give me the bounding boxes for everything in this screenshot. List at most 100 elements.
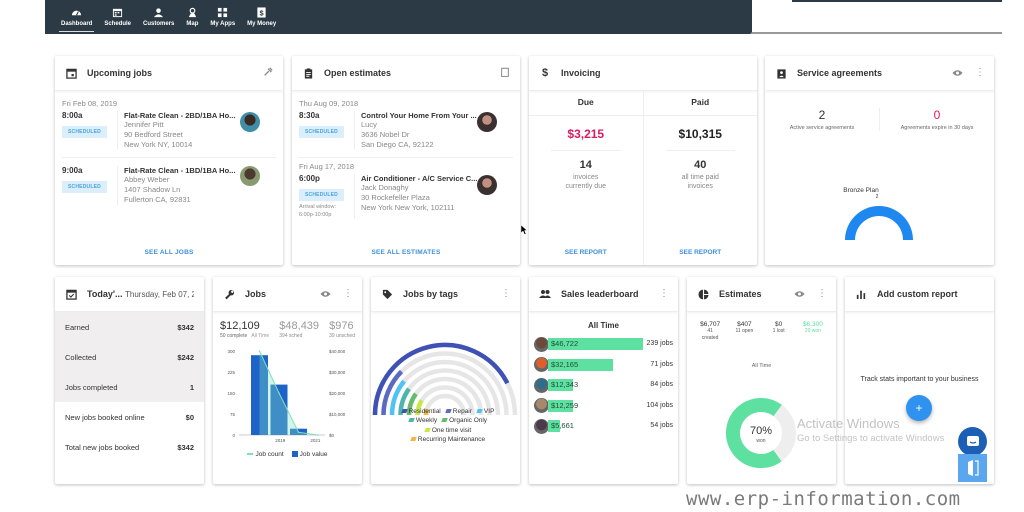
see-all-estimates-link[interactable]: SEE ALL ESTIMATES xyxy=(292,249,520,256)
legend-swatch xyxy=(424,427,431,432)
y-right-tick: $40,000 xyxy=(329,349,346,354)
leaderboard-row[interactable]: $12,259 104 jobs xyxy=(529,396,678,417)
due-see-report-link[interactable]: SEE REPORT xyxy=(529,249,643,256)
door-icon xyxy=(967,460,979,476)
chat-button[interactable] xyxy=(958,427,987,456)
stat-label: Total new jobs booked xyxy=(65,442,140,452)
legend-item-job-value[interactable]: Job value xyxy=(291,451,328,458)
legend-item[interactable]: VIP xyxy=(472,408,494,415)
today-stat-row: Jobs completed 1 xyxy=(55,372,204,402)
job-street: 1407 Shadow Ln xyxy=(124,185,181,194)
status-badge: SCHEDULED xyxy=(299,126,344,138)
more-menu-icon[interactable]: ⋮ xyxy=(659,289,669,299)
stat-value: $342 xyxy=(177,442,194,452)
estimate-stat: $6,707 41 created xyxy=(700,321,721,341)
clipboard-outline-icon[interactable] xyxy=(500,64,510,82)
card-title: Sales leaderboard xyxy=(561,289,639,299)
avatar xyxy=(534,418,549,434)
job-time: 9:00a xyxy=(62,166,83,176)
card-title: Add custom report xyxy=(877,289,958,299)
see-all-jobs-link[interactable]: SEE ALL JOBS xyxy=(55,249,283,256)
dollar-icon: $ xyxy=(257,7,266,18)
legend-item[interactable]: One time visit xyxy=(420,427,471,434)
sales-amount: $46,722 xyxy=(551,339,579,349)
more-menu-icon[interactable]: ⋮ xyxy=(975,68,985,78)
jobs-chart: 0 75 150 225 300 $0 $10,000 $20,000 $30,000 $40,0… xyxy=(227,349,346,443)
nav-map[interactable]: Map xyxy=(180,0,204,34)
leaderboard-row[interactable]: $5,661 54 jobs xyxy=(529,416,678,437)
avatar xyxy=(534,398,549,414)
paid-see-report-link[interactable]: SEE REPORT xyxy=(644,249,758,256)
y-right-tick: $20,000 xyxy=(329,391,346,396)
legend-item[interactable]: Residential xyxy=(397,408,441,415)
leaderboard-row[interactable]: $32,165 71 jobs xyxy=(529,355,678,376)
people-icon xyxy=(539,288,551,300)
paid-desc: all time paid invoices xyxy=(681,174,719,191)
legend-swatch xyxy=(441,418,448,423)
job-count-point xyxy=(278,392,280,394)
more-menu-icon[interactable]: ⋮ xyxy=(817,289,827,299)
eye-icon[interactable] xyxy=(320,285,331,303)
calendar-icon xyxy=(65,67,77,79)
nav-label: Schedule xyxy=(104,21,132,27)
jobs-date: Fri Feb 08, 2019 xyxy=(62,99,118,108)
estimate-item[interactable]: 8:30a SCHEDULED Control Your Home From Y… xyxy=(292,108,520,150)
badge-clipboard-icon xyxy=(775,67,787,79)
x-tick: 2019 xyxy=(275,438,286,443)
estimate-date: Thu Aug 09, 2018 xyxy=(299,99,359,108)
legend-item[interactable]: Repair xyxy=(441,408,472,415)
nav-customers[interactable]: Customers xyxy=(137,0,180,34)
jobs-count: 84 jobs xyxy=(650,381,673,389)
jobs-sched-stat: $48,439 394 sched xyxy=(279,320,320,339)
invoices-due-column: Due $3,215 14 invoices currently due SEE … xyxy=(529,91,644,265)
divider xyxy=(299,157,513,159)
eye-icon[interactable] xyxy=(952,64,963,82)
legend-item[interactable]: Weekly xyxy=(404,417,437,424)
jobs-count: 71 jobs xyxy=(650,360,673,368)
status-badge: SCHEDULED xyxy=(62,126,107,138)
top-nav-bar: Dashboard Schedule Customers Map My Apps… xyxy=(45,0,750,34)
avatar xyxy=(477,112,497,132)
leaderboard-row[interactable]: $12,343 84 jobs xyxy=(529,375,678,396)
card-title: Service agreements xyxy=(797,68,883,78)
card-title: Jobs xyxy=(245,289,267,299)
jobs-unsched-stat: $976 39 unsched xyxy=(329,320,355,339)
plan-count-label: 2 xyxy=(876,194,879,200)
more-menu-icon[interactable]: ⋮ xyxy=(501,289,511,299)
nav-my-apps[interactable]: My Apps xyxy=(204,0,241,34)
leaderboard-row[interactable]: $46,722 239 jobs xyxy=(529,334,678,355)
legend-swatch xyxy=(408,418,415,423)
job-item[interactable]: 9:00a SCHEDULED Flat-Rate Clean - 1BD/1B… xyxy=(55,166,283,205)
legend-item[interactable]: Organic Only xyxy=(437,417,487,424)
estimate-time: 8:30a xyxy=(299,111,320,120)
card-title: Invoicing xyxy=(561,68,601,78)
y-left-tick: 225 xyxy=(227,370,235,375)
bronze-plan-chart: Bronze Plan 2 xyxy=(843,187,913,240)
today-stat-row: Earned $342 xyxy=(55,312,204,342)
nav-label: Dashboard xyxy=(61,21,93,27)
top-bar-right-panel xyxy=(750,0,1002,34)
status-badge: SCHEDULED xyxy=(299,189,344,202)
legend-item-job-count[interactable]: Job count xyxy=(247,451,284,458)
nav-schedule[interactable]: Schedule xyxy=(98,0,137,34)
more-menu-icon[interactable]: ⋮ xyxy=(343,289,353,299)
dollar-icon: $ xyxy=(541,67,549,79)
nav-my-money[interactable]: $ My Money xyxy=(241,0,282,34)
legend-swatch xyxy=(445,409,452,413)
estimate-item[interactable]: 6:00p SCHEDULED Arrival window: 6:00p-10:… xyxy=(292,171,520,220)
invoicing-card: $ Invoicing Due $3,215 14 invoices curren… xyxy=(529,56,757,265)
map-pin-icon xyxy=(188,7,197,18)
donut-sub: won xyxy=(756,438,765,444)
sales-leaderboard-card: Sales leaderboard ⋮ All Time $46,722 239 … xyxy=(529,277,678,484)
eye-icon[interactable] xyxy=(794,285,805,303)
y-right-tick: $10,000 xyxy=(329,412,346,417)
add-custom-report-button[interactable]: + xyxy=(906,395,932,421)
legend-item[interactable]: Recurring Maintenance xyxy=(406,436,485,443)
nav-dashboard[interactable]: Dashboard xyxy=(55,0,98,34)
active-agreements-stat: 2 Active service agreements xyxy=(789,108,855,131)
job-count-point xyxy=(317,434,319,436)
side-panel-tab[interactable] xyxy=(958,454,987,482)
job-item[interactable]: 8:00a SCHEDULED Flat-Rate Clean - 2BD/1B… xyxy=(55,108,283,150)
wrench-settings-icon[interactable] xyxy=(263,64,273,82)
today-stat-row: Total new jobs booked $342 xyxy=(55,432,204,462)
